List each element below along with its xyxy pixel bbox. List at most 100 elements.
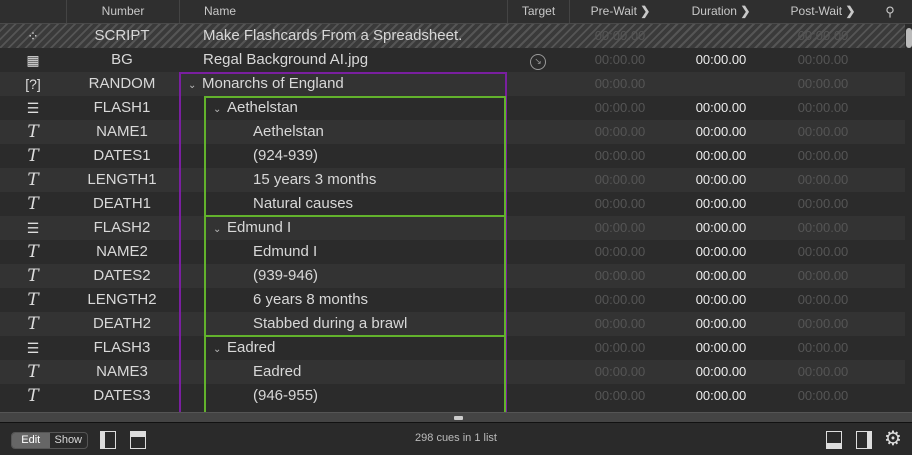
cue-row[interactable]: [?] RANDOM ⌄ Monarchs of England 00:00.00… xyxy=(0,72,905,96)
cue-duration[interactable]: 00:00.00 xyxy=(671,312,771,336)
cue-duration[interactable]: 00:00.00 xyxy=(671,192,771,216)
cue-postwait[interactable]: 00:00.00 xyxy=(771,264,875,288)
chevron-down-icon[interactable]: ⌄ xyxy=(188,74,202,96)
cue-row[interactable]: T NAME1 Aethelstan 00:00.00 00:00.00 00:… xyxy=(0,120,905,144)
column-number[interactable]: Number xyxy=(66,0,179,23)
cue-postwait[interactable]: 00:00.00 xyxy=(771,48,875,72)
cue-prewait[interactable]: 00:00.00 xyxy=(569,48,671,72)
cue-postwait[interactable]: 00:00.00 xyxy=(771,360,875,384)
divider-handle[interactable] xyxy=(454,416,463,420)
cue-prewait[interactable]: 00:00.00 xyxy=(569,168,671,192)
cue-prewait[interactable]: 00:00.00 xyxy=(569,120,671,144)
cue-target[interactable] xyxy=(507,192,569,216)
cue-target[interactable]: ↘ xyxy=(507,48,569,72)
cue-prewait[interactable]: 00:00.00 xyxy=(569,360,671,384)
cue-target[interactable] xyxy=(507,264,569,288)
cue-duration[interactable]: 00:00.00 xyxy=(671,240,771,264)
cue-duration[interactable]: 00:00.00 xyxy=(671,264,771,288)
column-prewait[interactable]: Pre-Wait ❯ xyxy=(569,0,671,23)
cue-prewait[interactable]: 00:00.00 xyxy=(569,192,671,216)
cue-row[interactable]: T LENGTH1 15 years 3 months 00:00.00 00:… xyxy=(0,168,905,192)
cue-target[interactable] xyxy=(507,168,569,192)
cue-duration[interactable]: 00:00.00 xyxy=(671,360,771,384)
cue-postwait[interactable]: 00:00.00 xyxy=(771,168,875,192)
cue-duration[interactable] xyxy=(671,72,771,96)
cue-target[interactable] xyxy=(507,312,569,336)
cue-duration[interactable]: 00:00.00 xyxy=(671,168,771,192)
cue-row[interactable]: T DATES1 (924-939) 00:00.00 00:00.00 00:… xyxy=(0,144,905,168)
cue-target[interactable] xyxy=(507,360,569,384)
cue-row[interactable]: T LENGTH2 6 years 8 months 00:00.00 00:0… xyxy=(0,288,905,312)
cue-target[interactable] xyxy=(507,384,569,408)
cue-target[interactable] xyxy=(507,144,569,168)
chevron-down-icon[interactable]: ⌄ xyxy=(213,98,227,120)
cue-postwait[interactable]: 00:00.00 xyxy=(771,144,875,168)
cue-duration[interactable]: 00:00.00 xyxy=(671,216,771,240)
cue-target[interactable] xyxy=(507,240,569,264)
cue-prewait[interactable]: 00:00.00 xyxy=(569,312,671,336)
cue-row[interactable]: T NAME3 Eadred 00:00.00 00:00.00 00:00.0… xyxy=(0,360,905,384)
cue-prewait[interactable]: 00:00.00 xyxy=(569,384,671,408)
cue-postwait[interactable]: 00:00.00 xyxy=(771,384,875,408)
cue-row[interactable]: ⁘ SCRIPT Make Flashcards From a Spreadsh… xyxy=(0,24,905,48)
column-name[interactable]: Name xyxy=(179,0,507,23)
cue-prewait[interactable]: 00:00.00 xyxy=(569,264,671,288)
chevron-down-icon[interactable]: ⌄ xyxy=(213,218,227,240)
cue-target[interactable] xyxy=(507,288,569,312)
cue-postwait[interactable]: 00:00.00 xyxy=(771,24,875,48)
cue-duration[interactable]: 00:00.00 xyxy=(671,96,771,120)
cue-duration[interactable]: 00:00.00 xyxy=(671,288,771,312)
vertical-scrollbar[interactable] xyxy=(905,24,912,408)
column-postwait[interactable]: Post-Wait ❯ xyxy=(771,0,875,23)
cue-prewait[interactable]: 00:00.00 xyxy=(569,96,671,120)
cue-prewait[interactable]: 00:00.00 xyxy=(569,240,671,264)
cue-duration[interactable]: 00:00.00 xyxy=(671,384,771,408)
cue-prewait[interactable]: 00:00.00 xyxy=(569,144,671,168)
cue-prewait[interactable]: 00:00.00 xyxy=(569,24,671,48)
cue-target[interactable] xyxy=(507,96,569,120)
cue-prewait[interactable]: 00:00.00 xyxy=(569,72,671,96)
toggle-right-sidebar-button[interactable] xyxy=(856,431,872,449)
cue-duration[interactable]: 00:00.00 xyxy=(671,336,771,360)
cue-target[interactable] xyxy=(507,24,569,48)
scroll-thumb[interactable] xyxy=(906,28,912,48)
cue-row[interactable]: T DEATH1 Natural causes 00:00.00 00:00.0… xyxy=(0,192,905,216)
toggle-inspector-button[interactable] xyxy=(826,431,842,449)
cue-row[interactable]: T NAME2 Edmund I 00:00.00 00:00.00 00:00… xyxy=(0,240,905,264)
split-divider[interactable] xyxy=(0,412,912,422)
cue-target[interactable] xyxy=(507,72,569,96)
cue-postwait[interactable]: 00:00.00 xyxy=(771,72,875,96)
cue-row[interactable]: ☰ FLASH3 ⌄ Eadred 00:00.00 00:00.00 00:00… xyxy=(0,336,905,360)
cue-row[interactable]: T DEATH2 Stabbed during a brawl 00:00.00… xyxy=(0,312,905,336)
cue-row[interactable]: ☰ FLASH2 ⌄ Edmund I 00:00.00 00:00.00 00:… xyxy=(0,216,905,240)
cue-target[interactable] xyxy=(507,336,569,360)
cue-postwait[interactable]: 00:00.00 xyxy=(771,240,875,264)
target-icon[interactable]: ↘ xyxy=(530,54,546,70)
cue-postwait[interactable]: 00:00.00 xyxy=(771,192,875,216)
cue-postwait[interactable]: 00:00.00 xyxy=(771,336,875,360)
cue-postwait[interactable]: 00:00.00 xyxy=(771,216,875,240)
cue-prewait[interactable]: 00:00.00 xyxy=(569,336,671,360)
chevron-down-icon[interactable]: ⌄ xyxy=(213,338,227,360)
cue-postwait[interactable]: 00:00.00 xyxy=(771,312,875,336)
cue-duration[interactable] xyxy=(671,24,771,48)
cue-row[interactable]: T DATES2 (939-946) 00:00.00 00:00.00 00:… xyxy=(0,264,905,288)
cue-postwait[interactable]: 00:00.00 xyxy=(771,96,875,120)
cue-row[interactable]: ☰ FLASH1 ⌄ Aethelstan 00:00.00 00:00.00 0… xyxy=(0,96,905,120)
continue-mode-icon[interactable]: ⚲ xyxy=(878,0,902,23)
cue-row[interactable]: ▦ BG Regal Background AI.jpg ↘ 00:00.00 … xyxy=(0,48,905,72)
cue-postwait[interactable]: 00:00.00 xyxy=(771,120,875,144)
column-target[interactable]: Target xyxy=(507,0,569,23)
column-duration[interactable]: Duration ❯ xyxy=(671,0,771,23)
random-group-icon: [?] xyxy=(25,76,41,92)
cue-row[interactable]: T DATES3 (946-955) 00:00.00 00:00.00 00:… xyxy=(0,384,905,408)
cue-target[interactable] xyxy=(507,216,569,240)
cue-target[interactable] xyxy=(507,120,569,144)
cue-duration[interactable]: 00:00.00 xyxy=(671,120,771,144)
cue-prewait[interactable]: 00:00.00 xyxy=(569,288,671,312)
cue-duration[interactable]: 00:00.00 xyxy=(671,144,771,168)
cue-prewait[interactable]: 00:00.00 xyxy=(569,216,671,240)
gear-icon[interactable]: ⚙ xyxy=(884,426,902,451)
cue-postwait[interactable]: 00:00.00 xyxy=(771,288,875,312)
cue-duration[interactable]: 00:00.00 xyxy=(671,48,771,72)
